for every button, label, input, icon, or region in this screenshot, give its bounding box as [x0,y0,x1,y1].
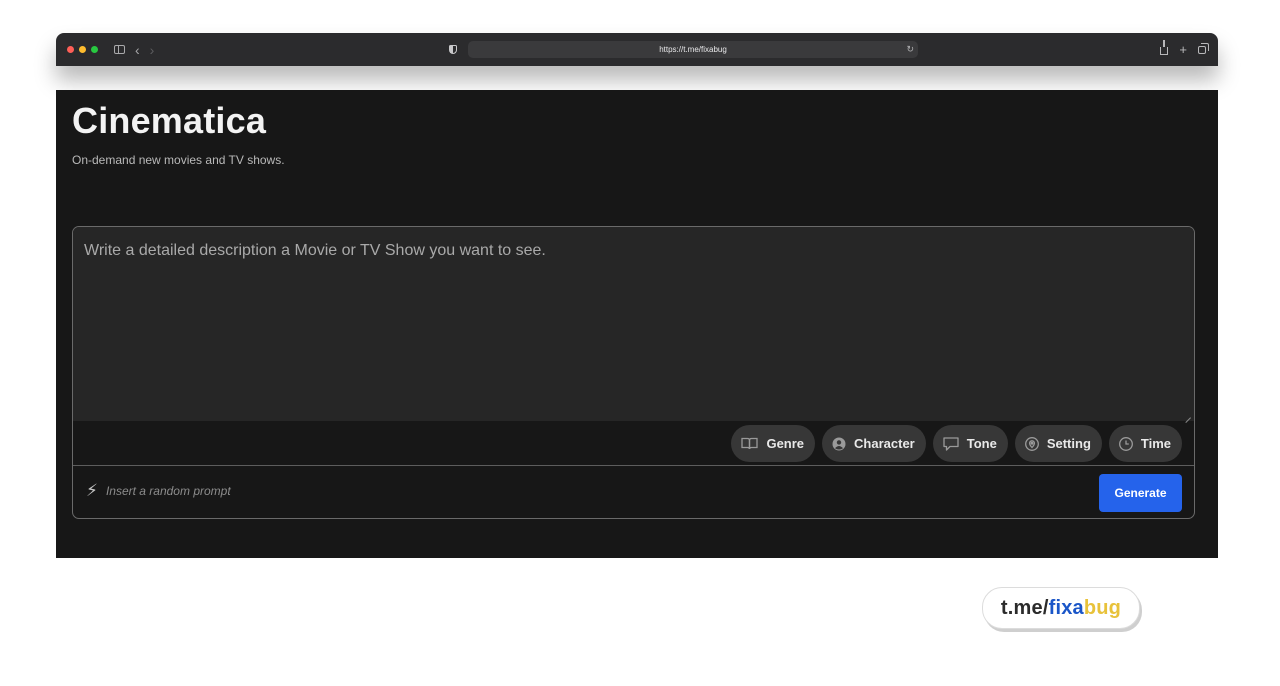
back-icon[interactable]: ‹ [135,43,140,57]
window-controls [67,46,98,53]
chip-genre[interactable]: Genre [731,425,816,462]
navigation-controls: ‹ › [114,43,154,57]
close-window-button[interactable] [67,46,74,53]
prompt-textarea[interactable] [73,227,1194,421]
tabs-overview-icon[interactable] [1198,42,1209,54]
share-icon[interactable] [1160,40,1169,55]
chip-tone[interactable]: Tone [932,425,1008,462]
shield-icon[interactable] [449,45,457,54]
user-circle-icon [832,437,846,450]
app-subtitle: On-demand new movies and TV shows. [72,153,285,167]
new-tab-icon[interactable]: + [1179,42,1187,57]
maximize-window-button[interactable] [91,46,98,53]
reload-icon[interactable]: ↻ [906,43,914,56]
chip-label: Setting [1046,436,1091,451]
chip-label: Time [1140,436,1171,451]
sidebar-icon[interactable] [114,45,125,54]
clock-icon [1118,436,1133,451]
lightning-icon: ⚡︎ [86,481,98,500]
chip-setting[interactable]: Setting [1014,425,1102,462]
prompt-chips: Genre Character Tone Setting Time [731,425,1182,462]
watermark-badge: t.me/fixa bug [982,587,1140,629]
generate-button[interactable]: Generate [1099,474,1182,512]
app-page: Cinematica On-demand new movies and TV s… [56,90,1218,558]
random-prompt-button[interactable]: ⚡︎ Insert a random prompt [86,482,231,499]
watermark-part1: fixa [1048,596,1084,619]
watermark-prefix: t.me/ [1000,596,1049,619]
random-prompt-label: Insert a random prompt [105,483,231,498]
browser-toolbar: ‹ › https://t.me/fixabug ↻ + [56,33,1218,66]
book-icon [741,437,759,450]
chip-character[interactable]: Character [822,425,926,462]
chip-time[interactable]: Time [1108,425,1182,462]
address-bar-url: https://t.me/fixabug [659,45,727,54]
map-pin-icon [1024,436,1039,451]
minimize-window-button[interactable] [79,46,86,53]
resize-handle-icon[interactable] [1185,412,1191,418]
address-bar[interactable]: https://t.me/fixabug ↻ [468,41,918,58]
watermark-part2: bug [1083,596,1122,619]
composer-divider [73,465,1194,466]
browser-actions: + [1160,33,1209,66]
forward-icon[interactable]: › [150,43,155,57]
speech-bubble-icon [943,436,959,451]
chip-label: Character [854,436,915,451]
chip-label: Tone [966,436,997,451]
prompt-composer: Genre Character Tone [72,226,1195,519]
app-title: Cinematica [72,100,267,141]
chip-label: Genre [766,436,805,451]
